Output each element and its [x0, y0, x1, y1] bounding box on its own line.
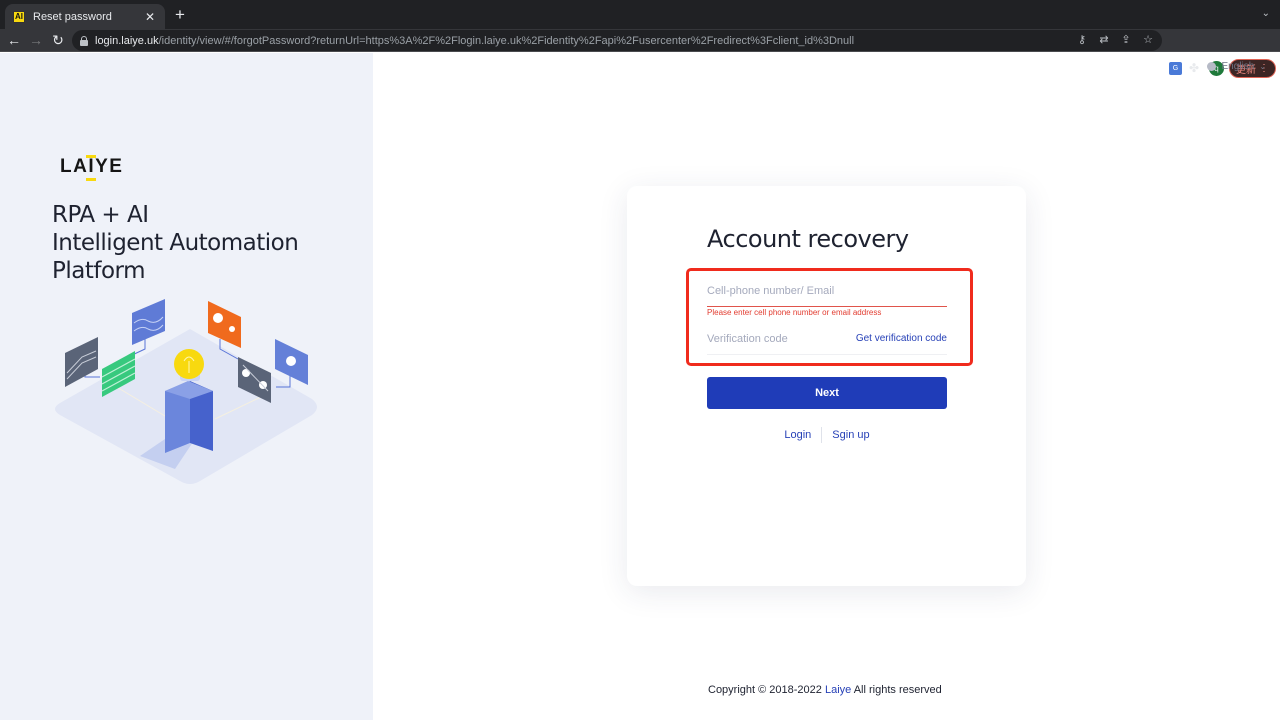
account-recovery-card: Account recovery Please enter cell phone…	[627, 186, 1026, 586]
card-line-chart	[65, 337, 98, 387]
url-text[interactable]: login.laiye.uk/identity/view/#/forgotPas…	[95, 35, 854, 47]
account-field[interactable]	[707, 277, 947, 307]
phone-email-input[interactable]	[707, 277, 947, 305]
globe-icon	[1207, 62, 1217, 71]
tab-title: Reset password	[33, 10, 112, 23]
get-verification-code-link[interactable]: Get verification code	[856, 333, 947, 344]
automation-illustration	[55, 299, 317, 484]
forward-button[interactable]: →	[27, 31, 45, 49]
url-host: login.laiye.uk	[95, 34, 159, 47]
laiye-logo: LA I YE	[60, 154, 124, 181]
browser-tab-reset-password[interactable]: AI Reset password ✕	[5, 4, 165, 29]
page-title: Account recovery	[707, 225, 909, 253]
tagline-line-2: Intelligent Automation	[52, 230, 299, 256]
next-button[interactable]: Next	[707, 377, 947, 409]
lock-icon[interactable]	[80, 35, 88, 46]
language-label: English	[1221, 61, 1255, 72]
tagline: RPA + AI Intelligent Automation Platform	[52, 201, 299, 285]
browser-tab-bar: AI Reset password ✕ + ⌄	[0, 0, 1280, 29]
back-button[interactable]: ←	[5, 31, 23, 49]
logo-text-ye: YE	[95, 156, 124, 177]
address-bar[interactable]: login.laiye.uk/identity/view/#/forgotPas…	[72, 30, 1162, 51]
chevron-down-icon: ⌄	[1259, 62, 1266, 71]
language-selector[interactable]: English ⌄	[1207, 61, 1266, 72]
copyright-prefix: Copyright © 2018-2022	[708, 684, 825, 696]
logo-text-i: I	[86, 155, 96, 181]
share-icon[interactable]: ⇪	[1120, 33, 1132, 48]
auth-links: Login Sgin up	[707, 427, 947, 443]
page: LA I YE RPA + AI Intelligent Automation Pl…	[0, 53, 1280, 720]
close-tab-icon[interactable]: ✕	[143, 10, 157, 24]
copyright-suffix: All rights reserved	[851, 684, 942, 696]
laiye-footer-link[interactable]: Laiye	[825, 684, 851, 696]
link-divider	[821, 427, 823, 443]
card-wave	[132, 299, 165, 345]
laiye-favicon-icon: AI	[13, 10, 25, 23]
tab-search-chevron-icon[interactable]: ⌄	[1262, 8, 1270, 19]
logo-text-la: LA	[60, 156, 89, 177]
tagline-line-3: Platform	[52, 258, 146, 284]
signup-link[interactable]: Sgin up	[832, 429, 869, 441]
url-path: /identity/view/#/forgotPassword?returnUr…	[158, 34, 855, 47]
bookmark-star-icon[interactable]: ☆	[1142, 33, 1154, 48]
copyright-footer: Copyright © 2018-2022 Laiye All rights r…	[708, 684, 942, 696]
browser-toolbar: ← → ↻ login.laiye.uk/identity/view/#/for…	[0, 29, 1280, 78]
login-link[interactable]: Login	[784, 429, 811, 441]
new-tab-button[interactable]: +	[172, 6, 188, 24]
translate-icon[interactable]: ⇄	[1098, 33, 1110, 48]
verification-code-field[interactable]: Get verification code	[707, 325, 947, 355]
tagline-line-1: RPA + AI	[52, 202, 149, 228]
card-orange	[208, 301, 241, 348]
verification-code-input[interactable]	[707, 325, 847, 353]
account-error-message: Please enter cell phone number or email …	[707, 308, 882, 317]
reload-button[interactable]: ↻	[49, 31, 67, 49]
key-icon[interactable]: ⚷	[1076, 33, 1088, 48]
brand-panel: LA I YE RPA + AI Intelligent Automation Pl…	[0, 53, 373, 720]
